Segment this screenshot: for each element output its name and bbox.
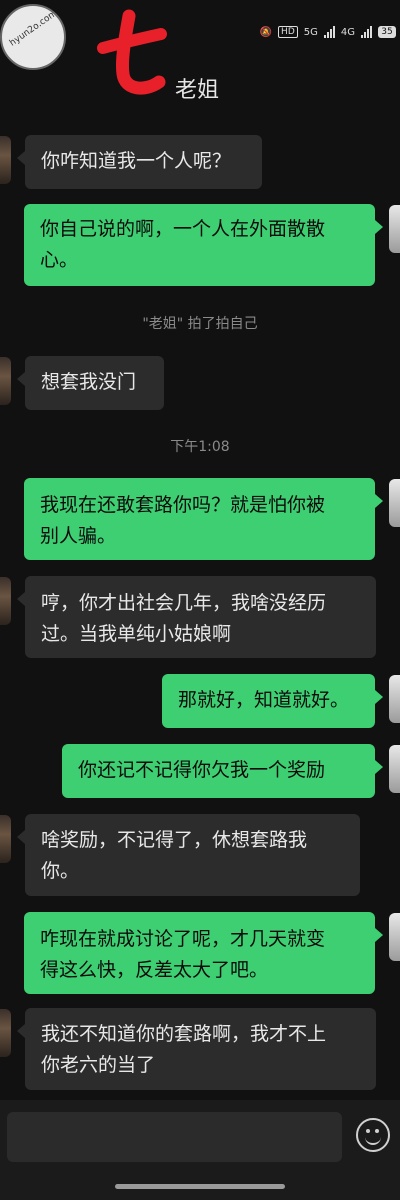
contact-avatar[interactable] [0, 357, 11, 405]
message-text: 你自己说的啊，一个人在外面散散 [40, 218, 326, 240]
contact-avatar[interactable] [0, 136, 11, 184]
contact-avatar[interactable] [0, 577, 11, 625]
message-text: 得这么快，反差太大了吧。 [40, 959, 269, 981]
message-text: 哼，你才出社会几年，我啥没经历 [41, 592, 327, 614]
message-text: 你还记不记得你欠我一个奖励 [78, 759, 326, 781]
signal-icon [323, 26, 335, 38]
message-text: 想套我没门 [41, 371, 137, 393]
brand-logo [97, 9, 167, 95]
message-text: 咋现在就成讨论了呢，才几天就变 [40, 928, 326, 950]
message-text: 过。当我单纯小姑娘啊 [41, 623, 232, 645]
timestamp: 下午1:08 [170, 439, 230, 455]
message-bubble-outgoing[interactable]: 那就好，知道就好。 [162, 674, 383, 728]
chat-title[interactable]: 老姐 [175, 72, 219, 104]
message-text: 别人骗。 [40, 525, 117, 547]
message-bubble-outgoing[interactable]: 我现在还敢套路你吗？就是怕你被 别人骗。 [24, 478, 383, 560]
contact-avatar[interactable] [0, 815, 11, 863]
input-bar [0, 1100, 400, 1200]
emoji-mouth [365, 1134, 381, 1145]
message-input[interactable] [7, 1112, 342, 1162]
message-bubble-outgoing[interactable]: 咋现在就成讨论了呢，才几天就变 得这么快，反差太大了吧。 [24, 912, 383, 994]
emoji-eye-left [366, 1129, 370, 1133]
message-bubble-incoming[interactable]: 啥奖励，不记得了，休想套路我 你。 [17, 814, 360, 896]
message-bubble-outgoing[interactable]: 你自己说的啊，一个人在外面散散 心。 [24, 204, 383, 286]
message-text: 心。 [40, 249, 79, 271]
my-avatar[interactable] [389, 205, 400, 253]
message-text: 你老六的当了 [41, 1054, 156, 1076]
network-5g-label: 5G [303, 26, 318, 38]
emoji-icon[interactable] [356, 1118, 390, 1152]
message-text: 我现在还敢套路你吗？就是怕你被 [40, 494, 326, 516]
message-bubble-incoming[interactable]: 你咋知道我一个人呢？ [17, 135, 262, 189]
message-bubble-incoming[interactable]: 哼，你才出社会几年，我啥没经历 过。当我单纯小姑娘啊 [17, 576, 376, 658]
status-bar: hyun2o.com 🔕 HD 5G 4G 35 [0, 0, 400, 70]
message-bubble-incoming[interactable]: 想套我没门 [17, 356, 164, 410]
hd-badge: HD [278, 26, 298, 38]
my-avatar[interactable] [389, 913, 400, 961]
message-text: 你咋知道我一个人呢？ [41, 150, 232, 172]
message-text: 我还不知道你的套路啊，我才不上 [41, 1023, 327, 1045]
message-text: 那就好，知道就好。 [178, 689, 350, 711]
my-avatar[interactable] [389, 479, 400, 527]
watermark-logo: hyun2o.com [0, 4, 66, 70]
home-indicator[interactable] [115, 1184, 285, 1189]
watermark-text: hyun2o.com [8, 8, 60, 49]
status-icons: 🔕 HD 5G 4G 35 [260, 26, 396, 38]
battery-icon: 35 [378, 26, 396, 38]
message-text: 啥奖励，不记得了，休想套路我 [41, 829, 308, 851]
message-text: 你。 [41, 860, 80, 882]
network-4g-label: 4G [340, 26, 355, 38]
message-bubble-incoming[interactable]: 我还不知道你的套路啊，我才不上 你老六的当了 [17, 1008, 376, 1090]
my-avatar[interactable] [389, 745, 400, 793]
mute-icon: 🔕 [259, 26, 273, 38]
signal-icon-2 [361, 26, 372, 38]
my-avatar[interactable] [389, 675, 400, 723]
message-bubble-outgoing[interactable]: 你还记不记得你欠我一个奖励 [62, 744, 383, 798]
system-notice: "老姐" 拍了拍自己 [142, 316, 258, 332]
emoji-eye-right [375, 1129, 379, 1133]
contact-avatar[interactable] [0, 1009, 11, 1057]
